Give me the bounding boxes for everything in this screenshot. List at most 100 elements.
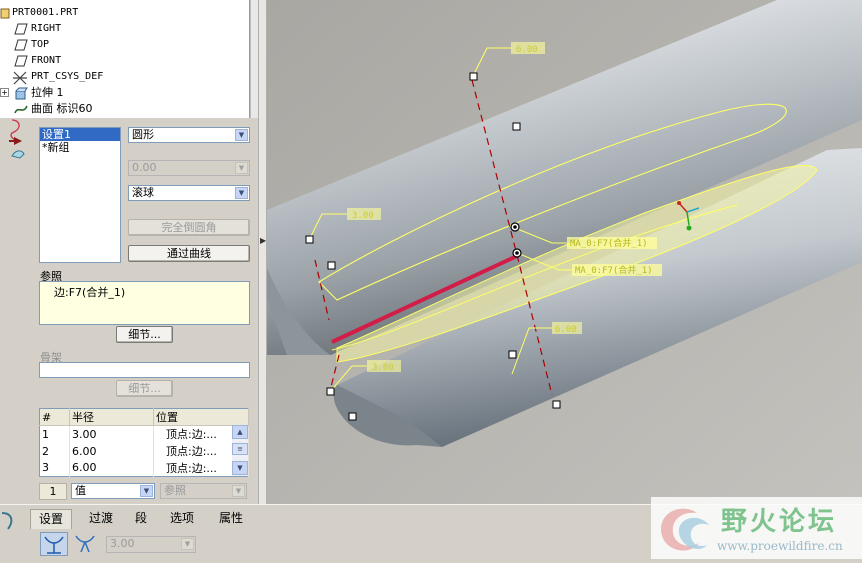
radius-ref-select: 参照 ▼ (160, 483, 247, 499)
radius-table[interactable]: # 半径 位置 1 3.00 顶点:边:... 2 6.00 顶点:边:... … (39, 408, 249, 477)
tree-item-label: FRONT (31, 55, 62, 66)
chevron-down-icon: ▼ (235, 129, 248, 141)
drag-handle[interactable] (348, 412, 357, 421)
csys-icon (12, 71, 27, 85)
col-location-header: 位置 (153, 408, 249, 426)
surface-feature-icon (0, 511, 16, 534)
radius-dim[interactable]: 6.00 (552, 322, 582, 335)
graphics-window[interactable]: 6.00 3.00 6.00 3.00 MA_0:F7(合并_1) MA_0:F… (267, 0, 862, 504)
set-mode-button[interactable] (40, 532, 68, 556)
tree-scrollbar[interactable] (250, 0, 258, 118)
location-tag-text[interactable]: MA_0:F7(合并_1) (575, 264, 653, 276)
radius-ref-value: 参照 (164, 484, 186, 497)
dim-text[interactable]: 6.00 (555, 325, 577, 335)
reference-details-button[interactable]: 细节... (116, 326, 173, 343)
feature-icons (0, 118, 30, 168)
radius-dim[interactable]: 3.00 (367, 360, 401, 373)
radius-count: 1 (39, 483, 67, 500)
scroll-thumb[interactable]: ≡ (232, 443, 248, 455)
drag-handle[interactable] (512, 122, 521, 131)
spine-collector[interactable] (39, 362, 250, 378)
radius-dim[interactable]: 3.00 (347, 208, 381, 221)
table-row[interactable]: 1 3.00 顶点:边:... (39, 425, 249, 443)
row-index: 1 (39, 425, 70, 443)
tree-item-label: 拉伸 1 (31, 86, 64, 99)
round-set-icon (44, 536, 64, 554)
forum-url: www.proewildfire.cn (717, 539, 843, 553)
extrude-icon (14, 87, 28, 100)
row-radius[interactable]: 3.00 (69, 425, 154, 443)
reference-edge[interactable]: 边:F7(合并_1) (54, 286, 125, 299)
forum-watermark: 野火论坛 www.proewildfire.cn (651, 497, 862, 559)
creation-method-select[interactable]: 滚球 ▼ (128, 185, 250, 201)
full-round-button: 完全倒圆角 (128, 219, 250, 236)
location-tag[interactable]: MA_0:F7(合并_1) (572, 264, 662, 276)
row-index: 3 (39, 459, 70, 477)
references-collector[interactable]: 边:F7(合并_1) (39, 281, 250, 325)
scroll-down-icon[interactable]: ▼ (232, 461, 248, 475)
radius-mode-value: 值 (75, 484, 86, 497)
radius-value-select: 3.00 ▼ (106, 536, 196, 553)
table-row[interactable]: 3 6.00 顶点:边:... (39, 459, 249, 477)
radius-mode-select[interactable]: 值 ▼ (71, 483, 155, 499)
dim-text[interactable]: 3.00 (372, 363, 394, 373)
round-panel: 设置1 *新组 圆形 ▼ 0.00 ▼ 滚球 ▼ 完全倒圆角 通过曲线 参照 边… (30, 118, 258, 504)
row-radius[interactable]: 6.00 (69, 442, 154, 460)
tree-item-label: RIGHT (31, 23, 62, 34)
row-index: 2 (39, 442, 70, 460)
drag-handle[interactable] (327, 261, 336, 270)
radius-value: 3.00 (110, 537, 135, 550)
drag-handle[interactable] (552, 400, 561, 409)
dim-text[interactable]: 3.00 (352, 211, 374, 221)
row-radius[interactable]: 6.00 (69, 459, 154, 477)
model-view[interactable]: 6.00 3.00 6.00 3.00 MA_0:F7(合并_1) MA_0:F… (267, 0, 862, 504)
through-curve-button[interactable]: 通过曲线 (128, 245, 250, 262)
datum-plane-icon (14, 23, 28, 35)
table-scrollbar[interactable]: ▲ ≡ ▼ (232, 425, 248, 476)
tab-properties[interactable]: 属性 (210, 509, 252, 529)
conic-value-select: 0.00 ▼ (128, 160, 250, 176)
anchor-dot (515, 251, 519, 255)
drag-handle[interactable] (326, 387, 335, 396)
sets-list[interactable]: 设置1 *新组 (39, 127, 121, 263)
tree-item-label: TOP (31, 39, 50, 50)
dim-text[interactable]: 6.00 (516, 45, 538, 55)
anchor-dot (513, 225, 517, 229)
drag-handle[interactable] (305, 235, 314, 244)
forum-logo-icon (661, 508, 709, 551)
cross-section-shape-select[interactable]: 圆形 ▼ (128, 127, 250, 143)
chevron-down-icon: ▼ (235, 187, 248, 199)
chevron-down-icon: ▼ (140, 485, 153, 497)
collapse-arrow-icon: ▶ (260, 236, 267, 245)
expand-icon[interactable]: + (0, 88, 9, 97)
tree-item-label: PRT0001.PRT (12, 7, 79, 18)
radius-dim[interactable]: 6.00 (511, 42, 545, 55)
tree-item-label: 曲面 标识60 (31, 102, 93, 115)
tree-item-label: PRT_CSYS_DEF (31, 71, 104, 82)
tab-options[interactable]: 选项 (161, 509, 203, 529)
round-feature-icon (10, 119, 20, 141)
drag-handle[interactable] (469, 72, 478, 81)
drag-handle[interactable] (508, 350, 517, 359)
col-radius-header: 半径 (69, 408, 154, 426)
col-index-header: # (39, 408, 70, 426)
set-item[interactable]: 设置1 (40, 128, 120, 141)
model-tree: PRT0001.PRT RIGHT TOP FRONT PRT_CSYS_DEF… (0, 0, 250, 118)
table-row[interactable]: 2 6.00 顶点:边:... (39, 442, 249, 460)
tab-settings[interactable]: 设置 (30, 509, 72, 529)
insert-arrow-icon (9, 137, 22, 145)
tab-segments[interactable]: 段 (128, 509, 154, 529)
location-tag-text[interactable]: MA_0:F7(合并_1) (570, 237, 648, 249)
conic-value: 0.00 (132, 161, 157, 174)
scroll-up-icon[interactable]: ▲ (232, 425, 248, 439)
shape-value: 圆形 (132, 128, 154, 141)
datum-plane-icon (14, 55, 28, 67)
transition-mode-button[interactable] (72, 532, 100, 556)
panel-collapse-handle[interactable]: ▶ (258, 0, 267, 504)
datum-plane-icon (14, 39, 28, 51)
tab-transitions[interactable]: 过渡 (80, 509, 122, 529)
new-set-item[interactable]: *新组 (40, 141, 120, 154)
location-tag[interactable]: MA_0:F7(合并_1) (567, 237, 657, 249)
chevron-down-icon: ▼ (232, 485, 245, 497)
chevron-down-icon: ▼ (235, 162, 248, 174)
